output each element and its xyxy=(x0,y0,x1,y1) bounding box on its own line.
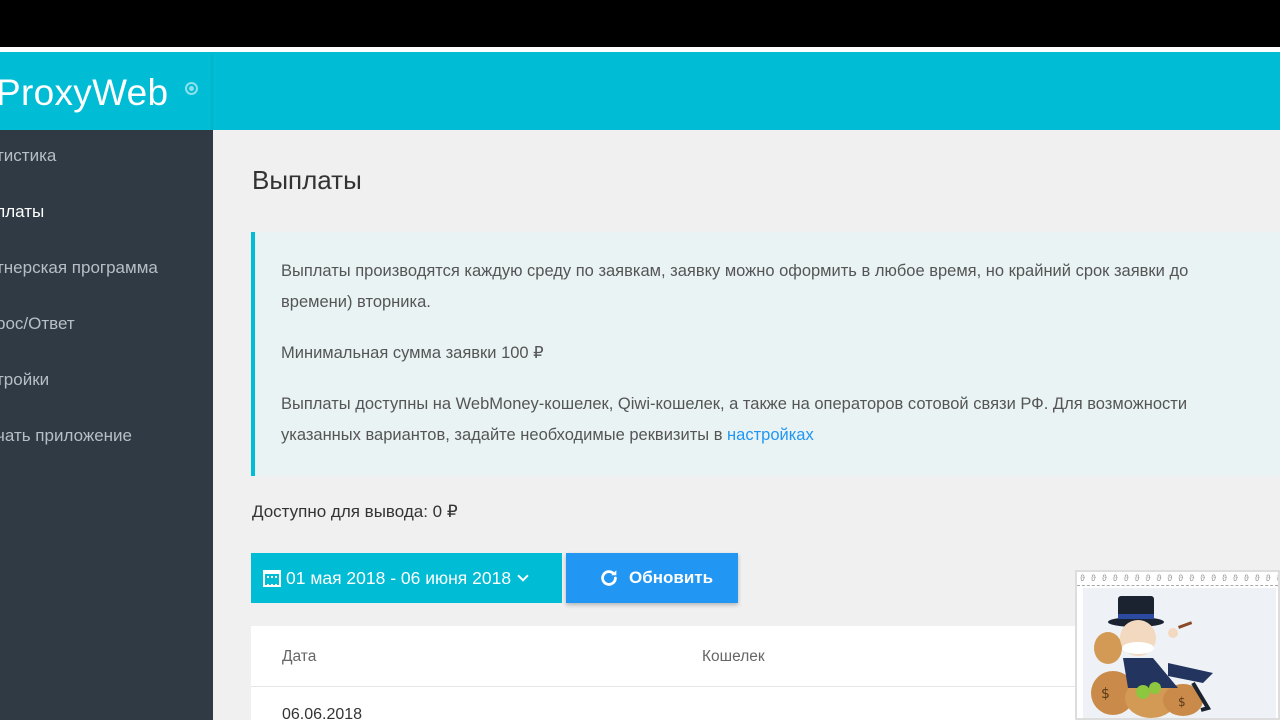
refresh-icon xyxy=(601,570,617,586)
money-bag-cartoon-image: $ $ xyxy=(1083,588,1276,718)
info-callout: Выплаты производятся каждую среду по зая… xyxy=(251,232,1280,476)
available-balance: Доступно для вывода: 0 ₽ xyxy=(252,502,458,521)
info-text-methods-line2: указанных вариантов, задайте необходимые… xyxy=(281,420,814,451)
column-header-wallet[interactable]: Кошелек xyxy=(702,648,765,666)
info-text-minimum: Минимальная сумма заявки 100 ₽ xyxy=(281,344,544,362)
chevron-down-icon xyxy=(517,569,529,582)
page-title: Выплаты xyxy=(252,165,362,195)
info-text-schedule-line2: времени) вторника. xyxy=(281,293,431,311)
sidebar-item-download-app[interactable]: чать приложение xyxy=(0,426,132,456)
date-range-picker[interactable]: 01 мая 2018 - 06 июня 2018 xyxy=(251,553,562,603)
refresh-button-label: Обновить xyxy=(629,568,714,587)
calendar-icon xyxy=(263,569,281,587)
table-cell-date: 06.06.2018 xyxy=(282,706,363,720)
app-logo[interactable]: ProxyWeb xyxy=(0,72,168,114)
info-text-schedule-line1: Выплаты производятся каждую среду по зая… xyxy=(281,262,1189,280)
date-range-label: 01 мая 2018 - 06 июня 2018 xyxy=(286,567,512,588)
info-text-methods-prefix: указанных вариантов, задайте необходимые… xyxy=(281,426,728,444)
channel-sticker-overlay: ϑϑϑϑϑϑϑϑϑϑϑϑϑϑϑϑϑϑϑϑϑϑ $ $ xyxy=(1075,570,1280,720)
sidebar-item-payouts[interactable]: платы xyxy=(0,202,44,232)
refresh-button[interactable]: Обновить xyxy=(566,553,738,603)
svg-text:$: $ xyxy=(1101,686,1110,702)
sidebar-item-partner-program[interactable]: тнерская программа xyxy=(0,258,158,288)
sidebar-item-faq[interactable]: рос/Ответ xyxy=(0,314,75,344)
info-text-methods-line1: Выплаты доступны на WebMoney-кошелек, Qi… xyxy=(281,395,1188,413)
top-header xyxy=(213,52,1280,130)
sticker-spiral-binding: ϑϑϑϑϑϑϑϑϑϑϑϑϑϑϑϑϑϑϑϑϑϑ xyxy=(1077,572,1278,586)
sidebar-item-statistics[interactable]: тистика xyxy=(0,146,56,176)
sidebar-item-settings[interactable]: тройки xyxy=(0,370,49,400)
svg-text:$: $ xyxy=(1178,695,1186,709)
sidebar: ProxyWeb тистика платы тнерская программ… xyxy=(0,52,213,720)
logo-area: ProxyWeb xyxy=(0,52,213,130)
column-header-date[interactable]: Дата xyxy=(282,648,316,666)
sidebar-toggle-icon[interactable] xyxy=(185,82,198,95)
video-letterbox-top xyxy=(0,0,1280,47)
settings-link[interactable]: настройках xyxy=(727,426,814,444)
